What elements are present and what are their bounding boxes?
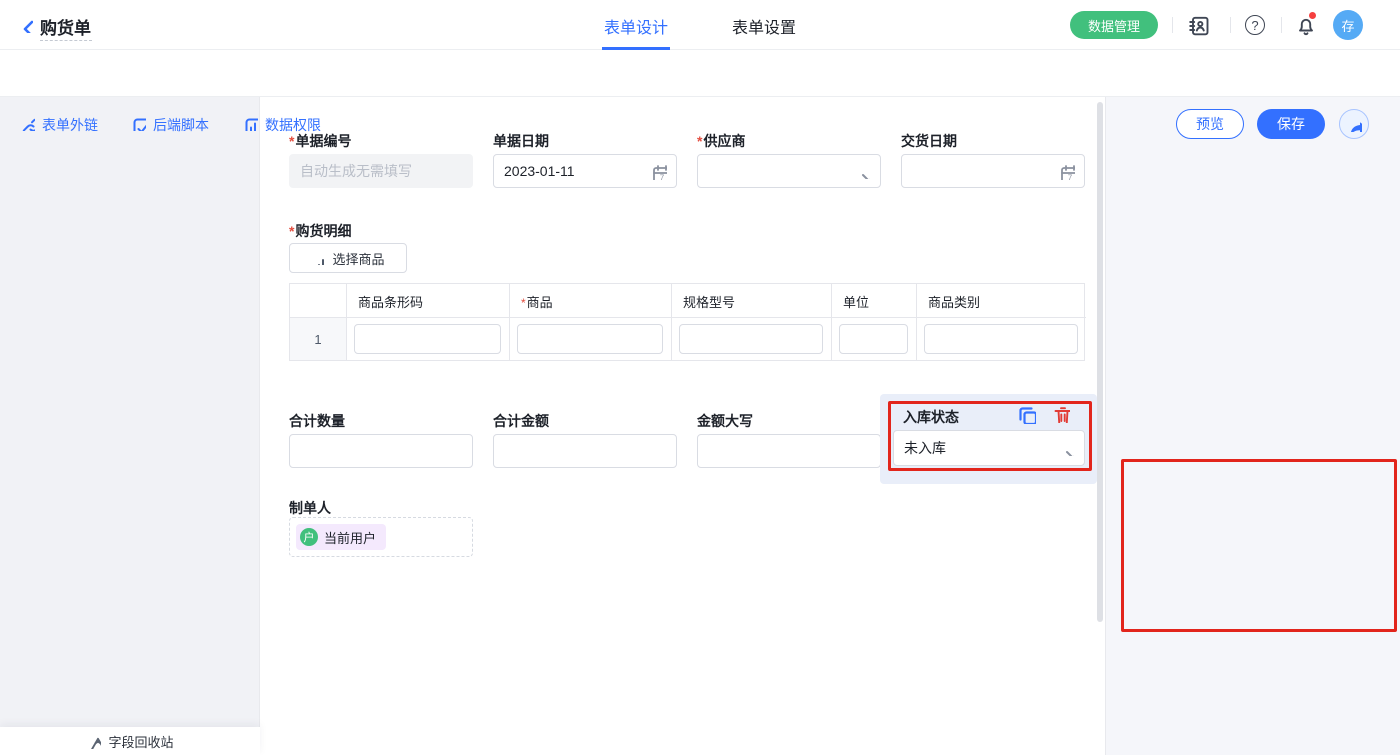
data-permission-icon[interactable] bbox=[243, 116, 258, 131]
cell-input-barcode[interactable] bbox=[354, 324, 501, 354]
divider bbox=[1172, 17, 1173, 33]
supplier-select[interactable] bbox=[697, 154, 881, 188]
copy-field-icon[interactable] bbox=[1016, 404, 1036, 424]
data-manage-button[interactable]: 数据管理 bbox=[1070, 11, 1158, 39]
col-header-product: *商品 bbox=[521, 292, 553, 311]
field-label-detail: *购货明细 bbox=[289, 221, 351, 241]
tab-form-design[interactable]: 表单设计 bbox=[602, 14, 670, 38]
cell-input-category[interactable] bbox=[924, 324, 1078, 354]
avatar[interactable]: 存 bbox=[1333, 10, 1363, 40]
col-header-barcode: 商品条形码 bbox=[358, 292, 423, 311]
select-product-button[interactable]: 选择商品 bbox=[289, 243, 407, 273]
current-user-tag[interactable]: 户当前用户 bbox=[296, 524, 386, 550]
table-col-divider bbox=[509, 284, 510, 360]
detail-table: 商品条形码 *商品 规格型号 单位 商品类别 1 bbox=[289, 283, 1085, 361]
amount-words-input[interactable] bbox=[697, 434, 881, 468]
field-label-amount-words: 金额大写 bbox=[697, 411, 753, 431]
field-label-stock-status: 入库状态 bbox=[903, 407, 959, 427]
field-label-total-amount: 合计金额 bbox=[493, 411, 549, 431]
table-col-divider bbox=[671, 284, 672, 360]
title-edit-underline bbox=[40, 40, 92, 41]
share-arrow-icon bbox=[1347, 117, 1362, 132]
property-panel bbox=[1105, 97, 1400, 755]
back-icon[interactable] bbox=[17, 17, 33, 33]
active-tab-underline bbox=[602, 47, 670, 50]
table-col-divider bbox=[346, 284, 347, 360]
form-toolbar: 表单外链 后端脚本 数据权限 预览 保存 bbox=[0, 50, 1400, 97]
divider bbox=[1230, 17, 1231, 33]
share-button[interactable] bbox=[1339, 109, 1369, 139]
calendar-icon[interactable] bbox=[650, 163, 667, 180]
table-col-divider bbox=[831, 284, 832, 360]
preview-button[interactable]: 预览 bbox=[1176, 109, 1244, 139]
table-col-divider bbox=[916, 284, 917, 360]
delete-field-icon[interactable] bbox=[1051, 404, 1070, 423]
doc-no-input[interactable] bbox=[289, 154, 473, 188]
row-number-cell: 1 bbox=[290, 318, 346, 360]
field-label-total-qty: 合计数量 bbox=[289, 411, 345, 431]
divider bbox=[1281, 17, 1282, 33]
table-row-divider bbox=[290, 317, 1086, 318]
cell-input-spec[interactable] bbox=[679, 324, 823, 354]
cell-input-unit[interactable] bbox=[839, 324, 908, 354]
backend-script-icon[interactable] bbox=[131, 116, 146, 131]
cell-input-product[interactable] bbox=[517, 324, 663, 354]
notification-dot bbox=[1309, 12, 1316, 19]
field-label-delivery-date: 交货日期 bbox=[901, 131, 957, 151]
col-header-category: 商品类别 bbox=[928, 292, 980, 311]
field-label-supplier: *供应商 bbox=[697, 131, 745, 151]
field-library-sidebar bbox=[0, 97, 260, 755]
field-recycle-bin[interactable]: 字段回收站 bbox=[0, 727, 260, 755]
stock-status-select[interactable]: 未入库 bbox=[893, 430, 1085, 466]
field-label-creator: 制单人 bbox=[289, 498, 331, 518]
bar-chart-icon bbox=[311, 251, 325, 265]
user-icon: 户 bbox=[300, 528, 318, 546]
form-external-link[interactable]: 表单外链 bbox=[42, 115, 98, 135]
backend-script-link[interactable]: 后端脚本 bbox=[153, 115, 209, 135]
recycle-icon bbox=[86, 734, 101, 749]
field-label-doc-date: 单据日期 bbox=[493, 131, 549, 151]
page-title[interactable]: 购货单 bbox=[40, 14, 91, 39]
calendar-icon[interactable] bbox=[1058, 163, 1075, 180]
chevron-down-icon bbox=[857, 166, 870, 179]
canvas-scrollbar[interactable] bbox=[1097, 102, 1103, 622]
help-icon[interactable]: ? bbox=[1245, 15, 1265, 35]
tab-form-settings[interactable]: 表单设置 bbox=[730, 14, 798, 38]
data-permission-link[interactable]: 数据权限 bbox=[265, 115, 321, 135]
col-header-unit: 单位 bbox=[843, 292, 869, 311]
app-header: 购货单 表单设计 表单设置 数据管理 ? 存 bbox=[0, 0, 1400, 50]
total-qty-input[interactable] bbox=[289, 434, 473, 468]
external-link-icon[interactable] bbox=[20, 116, 35, 131]
total-amount-input[interactable] bbox=[493, 434, 677, 468]
chevron-down-icon bbox=[1061, 443, 1074, 456]
template-book-icon[interactable] bbox=[1187, 14, 1209, 36]
col-header-spec: 规格型号 bbox=[683, 292, 735, 311]
save-button[interactable]: 保存 bbox=[1257, 109, 1325, 139]
